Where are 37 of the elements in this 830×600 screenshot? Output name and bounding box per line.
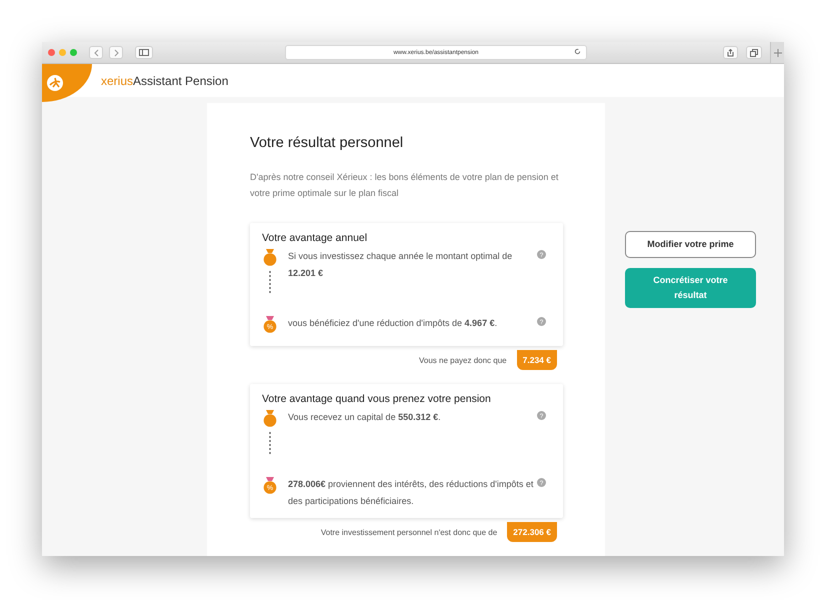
card-title: Votre avantage annuel [262,232,368,244]
modify-button[interactable]: Modifier votre prime [625,231,756,258]
chevron-right-icon [114,48,118,56]
tabs-icon [750,48,758,56]
product-name: Assistant Pension [133,74,228,88]
total-amount: 272.306 € [507,522,557,542]
page-title: Votre résultat personnel [250,135,404,151]
close-icon[interactable] [48,49,55,56]
chevron-left-icon [94,48,98,56]
sidebar-button[interactable] [135,46,153,59]
forward-button[interactable] [109,46,123,59]
intro-text: D'après notre conseil Xérieux : les bons éléments de votre plan de pension et votre prime optimale sur le plan fiscal [250,171,560,200]
sidebar-icon [139,49,149,56]
advantage-text: 278.006€ proviennent des intérêts, des réductions d'impôts et des participations bénéficiaires. [288,478,534,508]
advantage-text: vous bénéficiez d'une réduction d'impôts de 4.967 €. [288,317,498,330]
brand-name: xerius [101,74,134,88]
runner-icon [46,74,64,92]
share-button[interactable] [723,46,738,59]
minimize-icon[interactable] [59,49,66,56]
reload-icon[interactable] [574,48,581,55]
share-icon [727,48,734,56]
new-tab-button[interactable] [770,42,784,63]
zoom-icon[interactable] [70,49,77,56]
plus-icon [774,48,782,56]
money-bag-icon [262,409,278,427]
card-title: Votre avantage quand vous prenez votre pension [262,393,492,405]
advantage-text: Vous recevez un capital de 550.312 €. [288,411,442,424]
advantage-text: Si vous investissez chaque année le montant optimal de 12.201 € [288,250,514,280]
back-button[interactable] [89,46,103,59]
total-amount: 7.234 € [516,350,557,370]
dashed-connector [269,271,271,295]
dashed-connector [269,432,271,456]
money-bag-icon [262,248,278,266]
summary-text: Votre investissement personnel n'est donc que de [320,528,498,536]
summary-text: Vous ne payez donc que [419,356,507,364]
confirm-button[interactable]: Concrétiser votre résultat [625,268,756,308]
tabs-button[interactable] [746,46,762,59]
